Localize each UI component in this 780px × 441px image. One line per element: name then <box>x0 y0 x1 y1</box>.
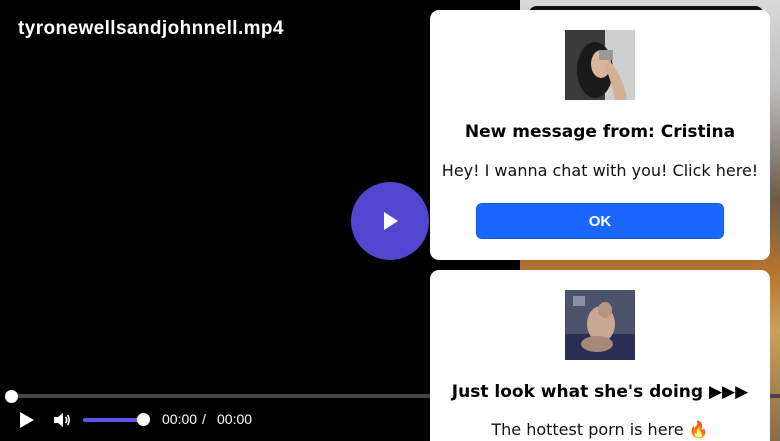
ok-button[interactable]: OK <box>476 203 724 239</box>
time-separator: / <box>202 411 206 427</box>
progress-thumb[interactable] <box>5 390 18 403</box>
play-icon <box>384 212 398 230</box>
volume-fill <box>83 418 145 422</box>
avatar <box>565 290 635 360</box>
volume-slider[interactable] <box>83 418 145 422</box>
popup-title: Just look what she's doing ▶▶▶ <box>451 382 749 402</box>
popup-message[interactable]: The hottest porn is here 🔥 <box>430 420 770 439</box>
popup-title: New message from: Cristina <box>464 122 736 142</box>
current-time: 00:00 <box>162 411 198 427</box>
video-title: tyronewellsandjohnnell.mp4 <box>18 18 284 39</box>
avatar <box>565 30 635 100</box>
play-icon[interactable] <box>18 411 36 429</box>
message-popup[interactable]: New message from: Cristina Hey! I wanna … <box>430 10 770 260</box>
volume-thumb[interactable] <box>137 413 150 426</box>
volume-icon[interactable] <box>52 411 72 429</box>
ad-popup[interactable]: Just look what she's doing ▶▶▶ The hotte… <box>430 270 770 441</box>
total-time: 00:00 <box>217 411 253 427</box>
popup-message[interactable]: Hey! I wanna chat with you! Click here! <box>430 161 770 180</box>
big-play-button[interactable] <box>351 182 429 260</box>
